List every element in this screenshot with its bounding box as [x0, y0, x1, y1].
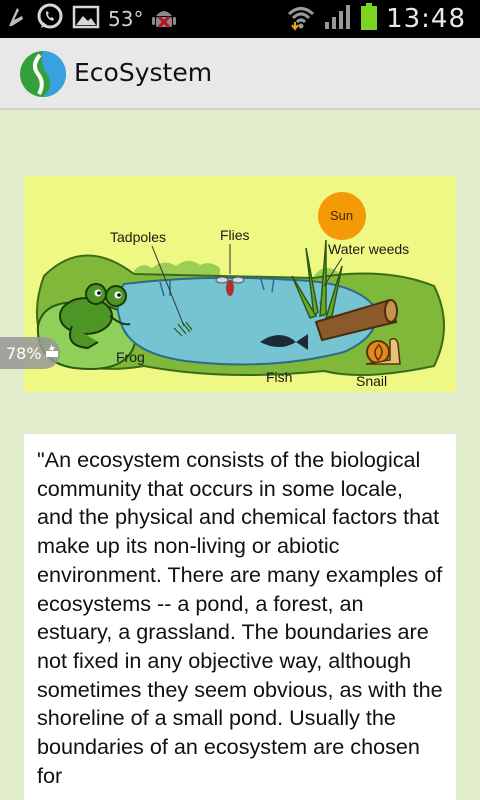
temperature-text: 53° — [108, 7, 144, 31]
tadpoles-label: Tadpoles — [110, 229, 166, 245]
app-bar: EcoSystem — [0, 38, 480, 110]
android-update-icon — [151, 4, 177, 34]
charging-icon — [44, 343, 60, 363]
whatsapp-icon — [36, 3, 64, 35]
wifi-icon — [286, 3, 316, 35]
clock: 13:48 — [386, 4, 466, 34]
app-title: EcoSystem — [74, 58, 213, 87]
frog-label: Frog — [116, 349, 145, 365]
battery-overlay-badge[interactable]: 78% — [0, 337, 60, 369]
ecosystem-logo-icon[interactable] — [19, 50, 67, 98]
fish-label: Fish — [266, 369, 292, 385]
battery-percent: 78% — [6, 343, 42, 363]
snail-label: Snail — [356, 373, 387, 389]
pond-ecosystem-illustration: Sun Tadpoles Flies Water weeds Frog Fish… — [24, 176, 456, 392]
article-text: "An ecosystem consists of the biological… — [37, 447, 443, 788]
sun-label: Sun — [330, 208, 353, 223]
water-weeds-label: Water weeds — [328, 241, 409, 257]
gallery-icon — [72, 5, 100, 33]
article-card: "An ecosystem consists of the biological… — [24, 434, 456, 800]
usb-debug-icon — [6, 4, 28, 34]
status-bar: 53° 13:48 — [0, 0, 480, 38]
battery-icon — [360, 3, 378, 35]
flies-label: Flies — [220, 227, 250, 243]
signal-icon — [324, 4, 352, 34]
